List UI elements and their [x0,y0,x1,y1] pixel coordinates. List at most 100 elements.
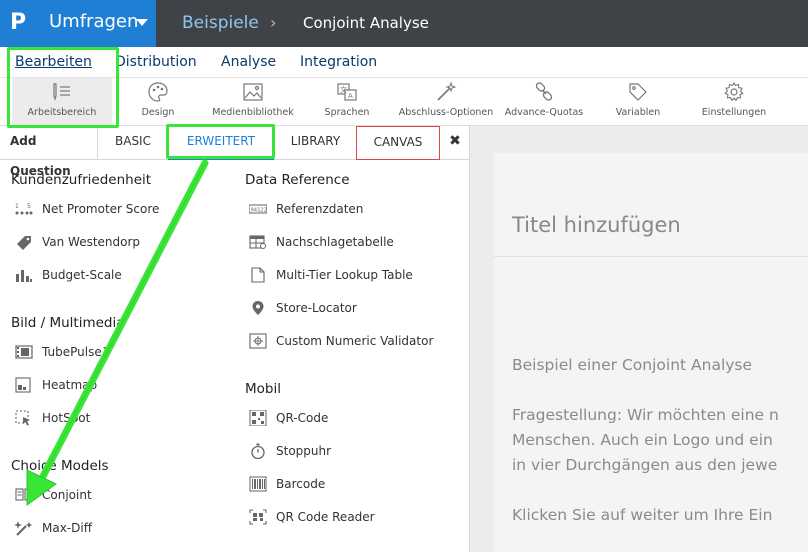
question-label: HotSpot [42,411,91,425]
tag-icon [629,83,647,101]
question-qr-code-reader[interactable]: QR Code Reader [249,507,459,527]
question-label: QR Code Reader [276,510,375,524]
question-label: Van Westendorp [42,235,141,249]
intro-text-line: in vier Durchgängen aus den jewe [512,456,778,474]
survey-canvas: Titel hinzufügen Beispiel einer Conjoint… [470,126,808,552]
svg-text:文: 文 [340,85,347,94]
tab-bearbeiten[interactable]: Bearbeiten [15,52,92,72]
document-icon [251,267,265,283]
question-store-locator[interactable]: Store-Locator [249,298,459,318]
breadcrumb-survey: Conjoint Analyse [303,14,429,32]
tab-integration[interactable]: Integration [300,52,377,72]
top-bar: P Umfragen Beispiele › Conjoint Analyse [0,0,808,47]
stopwatch-icon [251,443,265,459]
section-data-reference: Data Reference [245,172,350,188]
magic-wand-icon [15,521,32,536]
toolbar-sprachen[interactable]: 文 A Sprachen [318,78,376,126]
tab-library[interactable]: LIBRARY [274,126,356,160]
toolbar-abschluss-optionen[interactable]: Abschluss-Optionen [396,78,496,126]
question-label: Budget-Scale [42,268,122,282]
toolbar-design[interactable]: Design [128,78,188,126]
app-title: Umfragen [49,11,139,32]
toolbar-label: Advance-Quotas [504,107,584,118]
toolbar-advance-quotas[interactable]: Advance-Quotas [502,78,586,126]
question-label: Store-Locator [276,301,357,315]
breadcrumb-folder[interactable]: Beispiele [182,11,259,35]
toolbar-label: Medienbibliothek [212,107,294,118]
question-max-diff[interactable]: Max-Diff [15,518,215,538]
question-budget-scale[interactable]: Budget-Scale [15,265,215,285]
question-tubepulse[interactable]: TubePulse™ [15,342,215,362]
editor-toolbar: Arbeitsbereich Design Medienbibliothek 文… [0,78,808,126]
map-pin-icon [252,301,264,315]
question-heatmap[interactable]: Heatmap [15,375,215,395]
question-hotspot[interactable]: HotSpot [15,408,215,428]
question-tabs: Add Question BASIC ERWEITERT LIBRARY CAN… [0,126,470,178]
conjoint-cards-icon [15,488,33,501]
section-bild-multimedia: Bild / Multimedia [11,315,125,331]
toolbar-einstellungen[interactable]: Einstellungen [698,78,770,126]
film-strip-icon [15,345,33,359]
question-van-westendorp[interactable]: Van Westendorp [15,232,215,252]
price-tag-icon [17,236,31,250]
chain-link-icon [535,82,553,101]
question-panel: Add Question BASIC ERWEITERT LIBRARY CAN… [0,126,470,552]
toolbar-medienbibliothek[interactable]: Medienbibliothek [208,78,298,126]
question-label: Custom Numeric Validator [276,334,434,348]
survey-title-placeholder[interactable]: Titel hinzufügen [512,211,681,239]
question-qr-code[interactable]: QR-Code [249,408,459,428]
hotspot-cursor-icon [15,410,30,426]
tab-basic[interactable]: BASIC [98,126,168,160]
svg-text:A: A [348,92,353,100]
svg-text:94122: 94122 [251,208,268,214]
magic-wand-icon [437,81,457,101]
palette-icon [148,82,168,102]
tab-canvas[interactable]: CANVAS [356,126,440,160]
app-switcher[interactable]: P Umfragen [0,0,156,47]
tab-erweitert[interactable]: ERWEITERT [168,126,274,160]
intro-text-line: Fragestellung: Wir möchten eine n [512,406,779,424]
question-conjoint[interactable]: Conjoint [15,485,215,505]
toolbar-label: Sprachen [324,107,370,118]
section-kundenzufriedenheit: Kundenzufriedenheit [11,172,152,188]
tab-analyse[interactable]: Analyse [221,52,276,72]
toolbar-variablen[interactable]: Variablen [606,78,670,126]
question-stoppuhr[interactable]: Stoppuhr [249,441,459,461]
card-divider [494,256,808,257]
intro-text-line: Menschen. Auch ein Logo und ein [512,431,773,449]
main-tabs: Bearbeiten Distribution Analyse Integrat… [0,47,808,78]
image-icon [243,83,263,101]
breadcrumb-separator: › [270,13,277,32]
question-label: Stoppuhr [276,444,332,458]
question-nachschlagetabelle[interactable]: Nachschlagetabelle [249,232,459,252]
heatmap-icon [15,377,31,393]
question-barcode[interactable]: Barcode [249,474,459,494]
question-label: TubePulse™ [42,345,114,359]
tab-distribution[interactable]: Distribution [115,52,197,72]
question-multi-tier-lookup-table[interactable]: Multi-Tier Lookup Table [249,265,459,285]
translate-icon: 文 A [337,83,357,101]
question-label: Heatmap [42,378,98,392]
toolbar-arbeitsbereich[interactable]: Arbeitsbereich [12,78,112,126]
app-logo-icon: P [10,10,27,35]
toolbar-label: Abschluss-Optionen [398,107,494,118]
validator-icon [249,333,267,349]
close-panel-button[interactable]: ✖ [440,126,470,160]
toolbar-label: Arbeitsbereich [27,107,97,118]
section-choice-models: Choice Models [11,458,109,474]
nps-scale-icon: 1 5 [15,203,33,215]
question-label: QR-Code [276,411,329,425]
question-custom-numeric-validator[interactable]: Custom Numeric Validator [249,331,459,351]
question-label: Barcode [276,477,326,491]
qr-reader-icon [249,509,267,525]
barcode-icon [249,476,267,492]
question-referenzdaten[interactable]: 94122 Referenzdaten [249,199,459,219]
intro-text-line: Beispiel einer Conjoint Analyse [512,356,753,374]
add-question-label: Add Question [0,126,98,178]
question-label: Conjoint [42,488,92,502]
number-field-icon: 94122 [249,204,268,214]
table-lookup-icon [249,235,266,249]
gear-icon [724,81,744,102]
question-net-promoter-score[interactable]: 1 5 Net Promoter Score [15,199,215,219]
svg-text:5: 5 [27,203,31,210]
